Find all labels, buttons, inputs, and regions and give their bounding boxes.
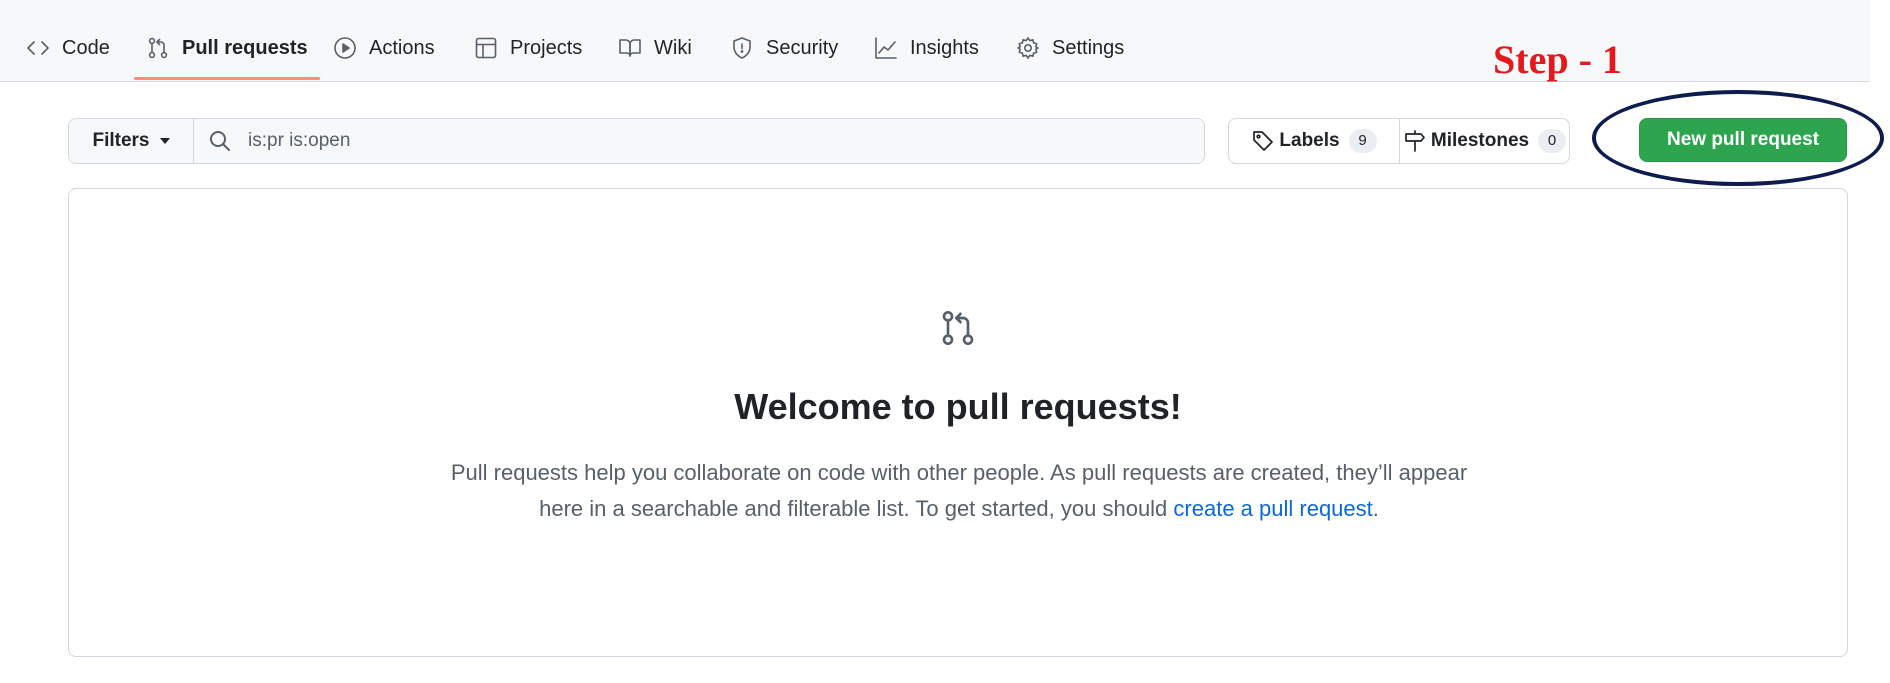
milestones-button[interactable]: Milestones 0	[1400, 119, 1569, 163]
labels-milestones-group: Labels 9 Milestones 0	[1228, 118, 1570, 164]
caret-down-icon	[159, 138, 170, 144]
tab-wiki-label: Wiki	[654, 36, 692, 59]
filter-bar: Filters	[68, 118, 1205, 164]
git-pull-request-icon	[938, 308, 978, 348]
git-pull-request-icon	[148, 37, 168, 59]
empty-state-panel: Welcome to pull requests! Pull requests …	[68, 188, 1848, 657]
tab-insights-label: Insights	[910, 36, 979, 59]
graph-icon	[875, 37, 897, 59]
labels-label: Labels	[1279, 130, 1340, 151]
tab-actions-label: Actions	[369, 36, 435, 59]
tab-code[interactable]: Code	[26, 28, 110, 68]
filters-label: Filters	[92, 130, 150, 151]
page: Code Pull requests Actions Projects Wiki…	[0, 0, 1890, 683]
gear-icon	[1017, 37, 1039, 59]
filters-button[interactable]: Filters	[69, 119, 194, 163]
milestones-label: Milestones	[1430, 130, 1530, 151]
tab-insights[interactable]: Insights	[874, 28, 979, 68]
play-icon	[334, 37, 356, 59]
empty-state-title: Welcome to pull requests!	[734, 386, 1182, 427]
shield-icon	[733, 37, 751, 59]
create-pull-request-link[interactable]: create a pull request	[1173, 496, 1372, 521]
tab-pull-requests-label: Pull requests	[182, 36, 308, 59]
search-container	[194, 119, 1204, 163]
tag-icon	[1253, 131, 1274, 151]
code-icon	[27, 41, 49, 55]
tab-actions[interactable]: Actions	[333, 28, 435, 68]
empty-state-description: Pull requests help you collaborate on co…	[439, 455, 1479, 527]
tab-settings[interactable]: Settings	[1016, 28, 1124, 68]
labels-button[interactable]: Labels 9	[1229, 119, 1400, 163]
tab-security[interactable]: Security	[730, 28, 838, 68]
tab-wiki[interactable]: Wiki	[618, 28, 692, 68]
tab-code-label: Code	[62, 36, 110, 59]
tab-settings-label: Settings	[1052, 36, 1125, 59]
tab-pull-requests[interactable]: Pull requests	[134, 28, 320, 80]
labels-count-badge: 9	[1348, 129, 1377, 153]
table-icon	[475, 37, 497, 59]
step-annotation: Step - 1	[1493, 37, 1622, 82]
new-pull-request-button[interactable]: New pull request	[1639, 118, 1847, 162]
search-input[interactable]	[246, 119, 1204, 163]
tab-security-label: Security	[766, 36, 839, 59]
milestone-icon	[1405, 130, 1425, 152]
tab-projects-label: Projects	[510, 36, 583, 59]
tab-projects[interactable]: Projects	[474, 28, 582, 68]
book-icon	[619, 39, 641, 57]
milestones-count-badge: 0	[1538, 129, 1567, 153]
search-icon	[210, 131, 230, 151]
empty-state-text-2: .	[1372, 496, 1379, 521]
